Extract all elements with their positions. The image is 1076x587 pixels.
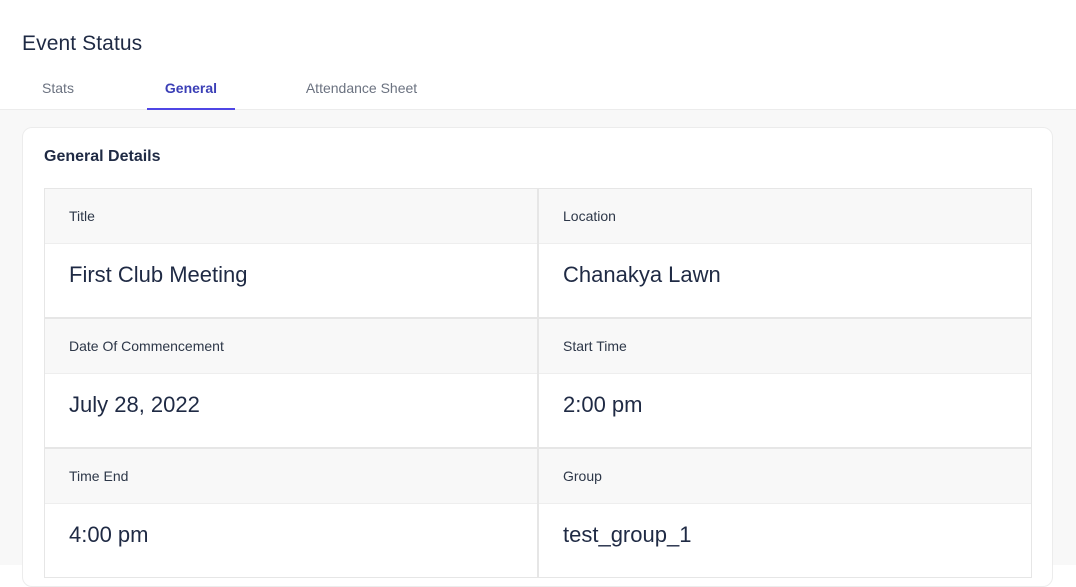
field-label: Time End — [45, 449, 537, 504]
page-header: Event Status Stats General Attendance Sh… — [0, 0, 1076, 110]
field-label: Start Time — [539, 319, 1031, 374]
field-group: Group test_group_1 — [538, 448, 1032, 578]
card-title: General Details — [44, 148, 161, 165]
field-location: Location Chanakya Lawn — [538, 188, 1032, 318]
tab-bar: Stats General Attendance Sheet — [0, 70, 1076, 110]
field-value: July 28, 2022 — [69, 392, 200, 417]
field-title: Title First Club Meeting — [44, 188, 538, 318]
field-value: Chanakya Lawn — [563, 262, 721, 287]
tab-attendance-sheet[interactable]: Attendance Sheet — [290, 70, 433, 110]
field-label: Title — [45, 189, 537, 244]
field-label: Date Of Commencement — [45, 319, 537, 374]
page-title: Event Status — [22, 32, 143, 55]
field-value: 4:00 pm — [69, 522, 149, 547]
general-details-card: General Details Title First Club Meeting… — [22, 127, 1053, 587]
field-value: First Club Meeting — [69, 262, 248, 287]
field-label: Group — [539, 449, 1031, 504]
field-label: Location — [539, 189, 1031, 244]
field-date-of-commencement: Date Of Commencement July 28, 2022 — [44, 318, 538, 448]
field-value: 2:00 pm — [563, 392, 643, 417]
tab-stats[interactable]: Stats — [20, 70, 96, 110]
field-start-time: Start Time 2:00 pm — [538, 318, 1032, 448]
field-time-end: Time End 4:00 pm — [44, 448, 538, 578]
field-value: test_group_1 — [563, 522, 692, 547]
tab-general[interactable]: General — [147, 70, 235, 110]
